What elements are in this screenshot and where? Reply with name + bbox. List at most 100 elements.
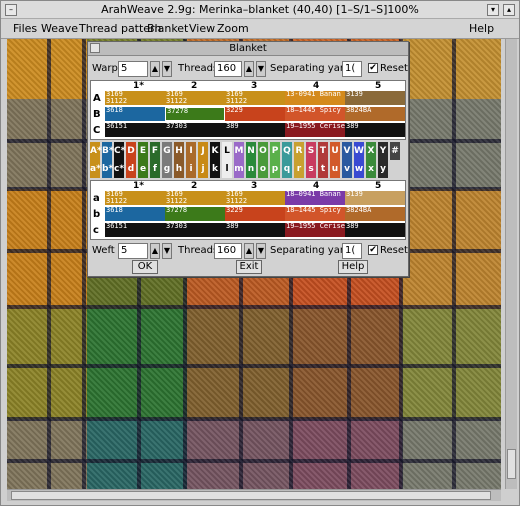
warp-down-button[interactable]: ▼	[162, 61, 172, 77]
cell-C2[interactable]: 37303	[165, 123, 225, 137]
lower-yarn-13[interactable]: n	[246, 160, 256, 178]
lower-yarn-9[interactable]: j	[198, 160, 208, 178]
cell-a2[interactable]: 3169 31122	[165, 191, 225, 205]
lower-yarn-23[interactable]: x	[366, 160, 376, 178]
lower-yarn-16[interactable]: q	[282, 160, 292, 178]
weft-reset-checkbox[interactable]: ✔	[368, 245, 378, 255]
cell-b1[interactable]: 3618	[105, 207, 165, 221]
horizontal-scrollbar[interactable]	[7, 489, 501, 501]
cell-b5[interactable]: 3824BA	[345, 207, 405, 221]
cell-c3[interactable]: 389	[225, 223, 285, 237]
lower-yarn-12[interactable]: m	[234, 160, 244, 178]
lower-yarn-8[interactable]: i	[186, 160, 196, 178]
upper-yarn-13[interactable]: N	[246, 142, 256, 160]
upper-yarn-0[interactable]: A*	[90, 142, 102, 160]
warp-threads-down-button[interactable]: ▼	[256, 61, 266, 77]
cell-B2[interactable]: 37278	[165, 107, 225, 121]
cell-C5[interactable]: 389	[345, 123, 405, 137]
exit-button[interactable]: Exit	[236, 260, 262, 274]
lower-yarn-15[interactable]: p	[270, 160, 280, 178]
lower-yarn-4[interactable]: e	[138, 160, 148, 178]
lower-yarn-5[interactable]: f	[150, 160, 160, 178]
warp-reset-checkbox[interactable]: ✔	[368, 63, 378, 73]
lower-yarn-6[interactable]: g	[162, 160, 172, 178]
warp-threads-input[interactable]: 160	[214, 61, 242, 77]
help-button[interactable]: Help	[338, 260, 368, 274]
cell-c2[interactable]: 37303	[165, 223, 225, 237]
cell-c4[interactable]: 19–1955 Cerise	[285, 223, 345, 237]
lower-yarn-24[interactable]: y	[378, 160, 388, 178]
upper-yarn-18[interactable]: S	[306, 142, 316, 160]
upper-yarn-14[interactable]: O	[258, 142, 268, 160]
warp-up-button[interactable]: ▲	[150, 61, 160, 77]
upper-yarn-19[interactable]: T	[318, 142, 328, 160]
menu-blanket[interactable]: Blanket	[147, 22, 188, 35]
weft-sep-input[interactable]: 1(	[342, 243, 362, 259]
cell-A5[interactable]: 3139	[345, 91, 405, 105]
weft-threads-up-button[interactable]: ▲	[244, 243, 254, 259]
menu-view[interactable]: View	[189, 22, 215, 35]
upper-yarn-6[interactable]: G	[162, 142, 172, 160]
ok-button[interactable]: OK	[132, 260, 158, 274]
cell-C3[interactable]: 389	[225, 123, 285, 137]
upper-yarn-4[interactable]: E	[138, 142, 148, 160]
upper-yarn-21[interactable]: V	[342, 142, 352, 160]
lower-yarn-7[interactable]: h	[174, 160, 184, 178]
menu-zoom[interactable]: Zoom	[217, 22, 249, 35]
menu-files[interactable]: Files	[13, 22, 37, 35]
menu-help[interactable]: Help	[469, 22, 494, 35]
upper-yarn-20[interactable]: U	[330, 142, 340, 160]
cell-C1[interactable]: 36151	[105, 123, 165, 137]
weft-down-button[interactable]: ▼	[162, 243, 172, 259]
cell-B5[interactable]: 3824BA	[345, 107, 405, 121]
cell-A4[interactable]: 13-0941 Banan	[285, 91, 345, 105]
cell-B3[interactable]: 3229	[225, 107, 285, 121]
dialog-menu-icon[interactable]	[90, 43, 100, 53]
cell-A1[interactable]: 3169 31122	[105, 91, 165, 105]
cell-C4[interactable]: 19–1955 Cerise	[285, 123, 345, 137]
lower-yarn-2[interactable]: c*	[114, 160, 124, 178]
cell-B4[interactable]: 18–1445 Spicy Oran	[285, 107, 345, 121]
vertical-scrollbar[interactable]	[505, 39, 517, 489]
weft-up-button[interactable]: ▲	[150, 243, 160, 259]
lower-yarn-17[interactable]: r	[294, 160, 304, 178]
upper-yarn-1[interactable]: B*	[102, 142, 114, 160]
upper-yarn-15[interactable]: P	[270, 142, 280, 160]
upper-yarn-2[interactable]: C*	[114, 142, 125, 160]
lower-yarn-0[interactable]: a*	[90, 160, 101, 178]
warp-threads-up-button[interactable]: ▲	[244, 61, 254, 77]
upper-yarn-8[interactable]: I	[186, 142, 196, 160]
upper-yarn-24[interactable]: Y	[378, 142, 388, 160]
window-menu-icon[interactable]: –	[5, 4, 17, 16]
lower-yarn-10[interactable]: k	[210, 160, 220, 178]
upper-yarn-5[interactable]: F	[150, 142, 160, 160]
upper-yarn-3[interactable]: D	[126, 142, 136, 160]
cell-A2[interactable]: 3169 31122	[165, 91, 225, 105]
lower-yarn-20[interactable]: u	[330, 160, 340, 178]
warp-input[interactable]: 5	[118, 61, 148, 77]
upper-yarn-25[interactable]: #	[390, 142, 400, 160]
minimize-icon[interactable]: ▾	[487, 4, 499, 16]
cell-a4[interactable]: 18–0941 Banan	[285, 191, 345, 205]
cell-c1[interactable]: 36151	[105, 223, 165, 237]
upper-yarn-16[interactable]: Q	[282, 142, 292, 160]
weft-threads-down-button[interactable]: ▼	[256, 243, 266, 259]
upper-yarn-12[interactable]: M	[234, 142, 244, 160]
upper-yarn-22[interactable]: W	[354, 142, 364, 160]
upper-yarn-11[interactable]: L	[222, 142, 232, 160]
lower-yarn-1[interactable]: b*	[102, 160, 113, 178]
lower-yarn-22[interactable]: w	[354, 160, 364, 178]
upper-yarn-9[interactable]: J	[198, 142, 208, 160]
vertical-scroll-thumb[interactable]	[507, 449, 516, 479]
cell-a5[interactable]: 3139	[345, 191, 405, 205]
cell-b3[interactable]: 3229	[225, 207, 285, 221]
cell-a1[interactable]: 3169 31122	[105, 191, 165, 205]
weft-input[interactable]: 5	[118, 243, 148, 259]
lower-yarn-19[interactable]: t	[318, 160, 328, 178]
lower-yarn-11[interactable]: l	[222, 160, 232, 178]
upper-yarn-17[interactable]: R	[294, 142, 304, 160]
cell-c5[interactable]: 389	[345, 223, 405, 237]
menu-weave[interactable]: Weave	[41, 22, 78, 35]
upper-yarn-10[interactable]: K	[210, 142, 220, 160]
weft-threads-input[interactable]: 160	[214, 243, 242, 259]
